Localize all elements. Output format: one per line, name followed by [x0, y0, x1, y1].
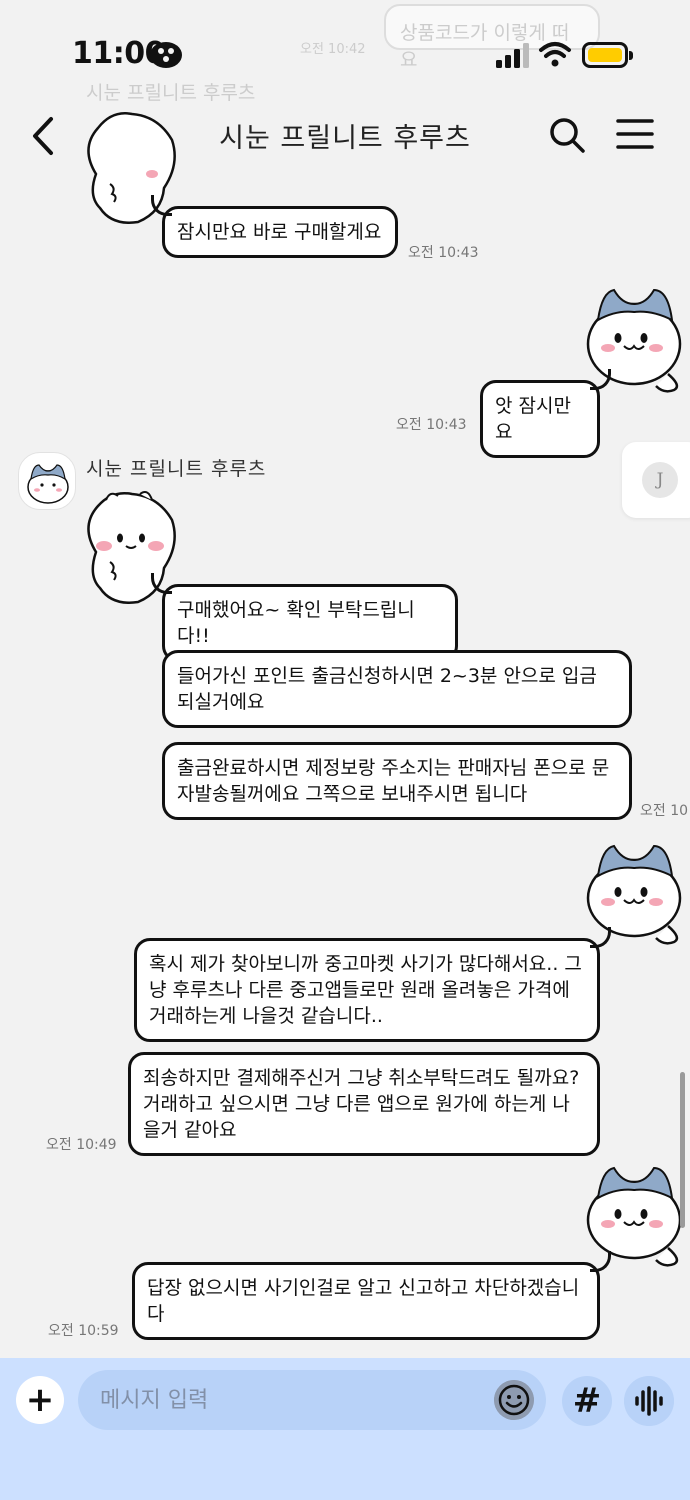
message-bubble-incoming: 들어가신 포인트 출금신청하시면 2~3분 안으로 입금 되실거에요 [162, 650, 632, 728]
search-icon[interactable] [548, 116, 586, 154]
sender-name: 시눈 프릴니트 후루츠 [86, 458, 267, 480]
chat-scrollbar[interactable] [680, 1072, 685, 1228]
floating-profile-chip[interactable]: J [622, 442, 690, 518]
message-bubble-outgoing: 앗 잠시만요 [480, 369, 611, 458]
emoji-icon[interactable] [494, 1380, 534, 1420]
message-bubble-outgoing: 죄송하지만 결제해주신거 그냥 취소부탁드려도 될까요? 거래하고 싶으시면 그… [128, 1052, 600, 1156]
message-input[interactable] [78, 1370, 546, 1430]
message-bubble-outgoing: 혹시 제가 찾아보니까 중고마켓 사기가 많다해서요.. 그냥 후루츠나 다른 … [134, 927, 611, 1042]
message-timestamp: 오전 10:43 [408, 245, 479, 261]
battery-icon [582, 42, 633, 68]
wifi-icon [539, 42, 571, 67]
message-bubble-outgoing: 답장 없으시면 사기인걸로 알고 신고하고 차단하겠습니다 [132, 1251, 611, 1340]
ghost-timestamp: 오전 10:42 [300, 42, 366, 57]
message-bubble-incoming: 출금완료하시면 제정보랑 주소지는 판매자님 폰으로 문자발송될꺼에요 그쪽으로… [162, 742, 632, 820]
profile-initial: J [642, 462, 678, 498]
message-timestamp: 오전 10:59 [48, 1323, 119, 1339]
message-timestamp: 오전 10:49 [46, 1137, 117, 1153]
hashtag-search-button[interactable]: # [562, 1376, 612, 1426]
message-timestamp: 오전 10:43 [396, 417, 467, 433]
attach-plus-button[interactable]: + [16, 1376, 64, 1424]
ghost-sender-name: 시눈 프릴니트 후루츠 [86, 82, 256, 104]
focus-mode-icon [150, 42, 182, 68]
message-timestamp: 오전 10 [640, 803, 689, 819]
voice-waveform-icon[interactable] [624, 1376, 674, 1426]
cellular-signal-icon [496, 43, 529, 68]
menu-icon[interactable] [616, 118, 654, 150]
cat-avatar-icon [27, 464, 69, 504]
message-bubble-incoming: 잠시만요 바로 구매할게요 [151, 195, 398, 258]
sender-avatar[interactable] [18, 452, 76, 510]
